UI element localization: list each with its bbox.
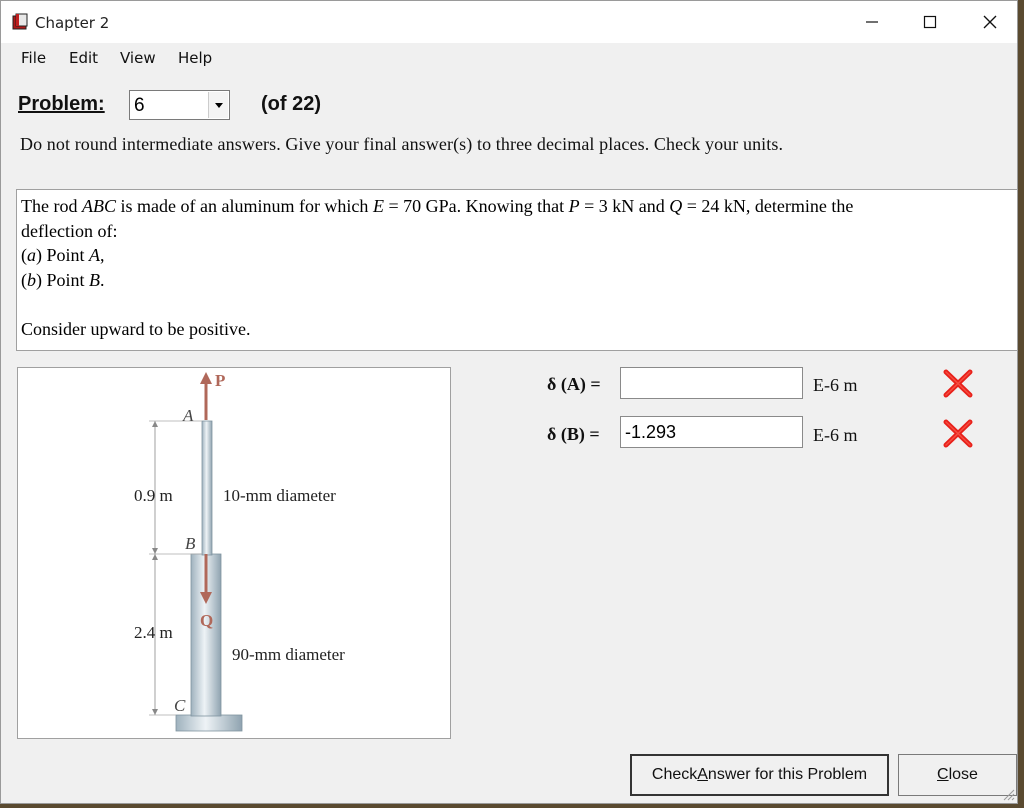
chevron-down-icon [214, 102, 223, 108]
maximize-button[interactable] [901, 1, 959, 43]
incorrect-icon [943, 369, 973, 398]
maximize-icon [923, 15, 937, 29]
label-p: P [215, 371, 225, 390]
label-length-upper: 0.9 m [134, 486, 173, 505]
statement-text: , [100, 245, 105, 265]
close-button[interactable]: Close [898, 754, 1017, 796]
statement-text: = 3 kN and [579, 196, 670, 216]
close-icon [983, 15, 997, 29]
statement-text: ) Point [36, 269, 90, 290]
answer-b-label: δ (B) = [547, 424, 600, 444]
minimize-icon [866, 21, 878, 23]
statement-var: a [27, 245, 36, 265]
label-length-lower: 2.4 m [134, 623, 173, 642]
dimension-arrow [152, 548, 158, 554]
statement-var: P [568, 196, 580, 216]
dimension-arrow [152, 421, 158, 427]
statement-var: b [27, 269, 36, 290]
minimize-button[interactable] [843, 1, 901, 43]
problem-count: (of 22) [261, 93, 321, 115]
instructions-text: Do not round intermediate answers. Give … [20, 134, 784, 154]
statement-part-a: (a) Point A, [21, 243, 1013, 268]
statement-text: ) Point [36, 245, 90, 265]
answer-b-unit: E-6 m [813, 425, 858, 445]
statement-var: Q [669, 196, 683, 216]
button-mnemonic: C [937, 766, 949, 783]
upper-rod [201, 420, 213, 556]
problem-select[interactable]: 6 [129, 90, 230, 120]
menu-file[interactable]: File [21, 49, 46, 67]
statement-part-b: (b) Point B. [21, 268, 1013, 293]
menu-help[interactable]: Help [178, 49, 212, 67]
statement-var: ABC [81, 196, 116, 216]
statement-note: Consider upward to be positive. [21, 318, 251, 339]
problem-label-text: Problem: [18, 93, 105, 115]
problem-select-value: 6 [134, 95, 145, 116]
label-c: C [174, 696, 186, 715]
dropdown-arrow-button[interactable] [208, 92, 228, 118]
problem-figure: P Q A B C 0.9 m 2.4 m 10-mm diameter 90-… [17, 367, 451, 739]
button-text: nswer for this Problem [707, 766, 868, 783]
statement-text: = 24 kN, determine the [682, 196, 854, 216]
label-b: B [185, 534, 196, 553]
button-text: Check [651, 766, 698, 783]
statement-text: . [100, 269, 105, 290]
resize-grip-icon[interactable] [1001, 787, 1015, 801]
rod-base [175, 714, 243, 732]
book-icon [12, 13, 28, 30]
statement-text: = 70 GPa. Knowing that [383, 196, 569, 216]
label-a: A [182, 406, 194, 425]
statement-line-1: The rod ABC is made of an aluminum for w… [21, 194, 1013, 219]
button-mnemonic: A [697, 766, 708, 783]
statement-text: is made of an aluminum for which [115, 196, 373, 216]
answer-a-unit: E-6 m [813, 375, 858, 395]
statement-line-2: deflection of: [21, 220, 118, 241]
answer-a-input[interactable] [620, 367, 803, 399]
load-p-arrowhead [200, 372, 212, 384]
menu-view[interactable]: View [120, 49, 156, 67]
statement-spacer [21, 292, 1013, 317]
dimension-arrow [152, 709, 158, 715]
label-q: Q [200, 611, 213, 630]
label-diameter-lower: 90-mm diameter [232, 645, 345, 664]
problem-statement: The rod ABC is made of an aluminum for w… [16, 189, 1018, 351]
dimension-arrow [152, 554, 158, 560]
answer-b-input[interactable] [620, 416, 803, 448]
statement-var: A [89, 245, 101, 265]
window-title: Chapter 2 [35, 14, 110, 32]
statement-var: B [89, 269, 101, 290]
answer-a-label: δ (A) = [547, 374, 601, 394]
check-answer-button[interactable]: Check Answer for this Problem [630, 754, 889, 796]
problem-label: Problem: [18, 93, 105, 116]
menu-edit[interactable]: Edit [69, 49, 98, 67]
statement-var: E [372, 196, 384, 216]
close-window-button[interactable] [961, 1, 1019, 43]
app-window: Chapter 2 File Edit View Help Problem: 6… [0, 0, 1018, 804]
label-diameter-upper: 10-mm diameter [223, 486, 336, 505]
statement-text: The rod [21, 196, 82, 216]
menu-bar: File Edit View Help [1, 43, 1017, 73]
title-bar[interactable]: Chapter 2 [1, 1, 1017, 43]
rod-diagram: P Q A B C 0.9 m 2.4 m 10-mm diameter 90-… [134, 371, 345, 732]
button-text: lose [948, 766, 978, 783]
incorrect-icon [943, 419, 973, 448]
